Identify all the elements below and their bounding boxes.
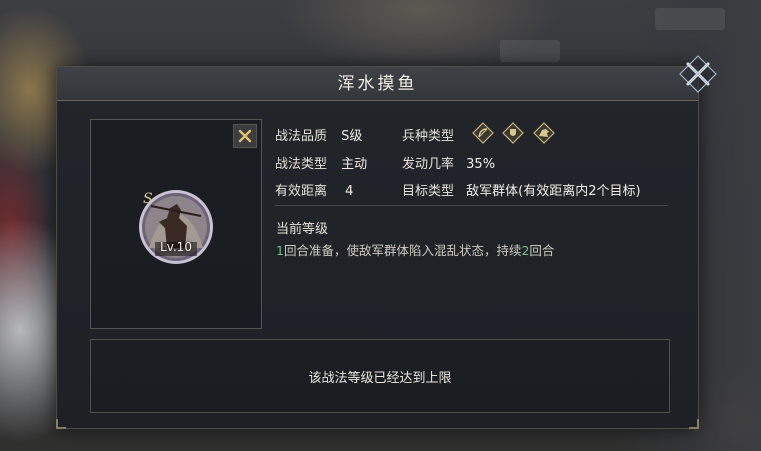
title-bar: 浑水摸鱼 [57,67,698,101]
skill-medallion[interactable]: S Lv.10 [137,188,215,266]
skill-icon-panel: S Lv.10 [90,119,262,329]
target-value: 敌军群体(有效距离内2个目标) [466,184,641,199]
trigger-row: 发动几率 35% [402,153,495,173]
background-tab [655,8,725,30]
troop-type-label: 兵种类型 [402,129,455,144]
cavalry-troop-icon[interactable] [533,122,555,144]
frame-corner [56,419,66,429]
trigger-label: 发动几率 [402,157,455,172]
skill-type-row: 战法类型 主动 [275,153,367,173]
desc-text-1: 回合准备，使敌军群体陷入混乱状态，持续 [283,243,522,258]
section-divider [275,205,668,206]
background-tab [500,40,560,62]
skill-type-label: 战法类型 [275,157,328,172]
range-label: 有效距离 [275,184,328,199]
target-row: 目标类型 敌军群体(有效距离内2个目标) [402,180,641,200]
quality-value: S级 [341,129,363,144]
bow-troop-icon[interactable] [472,122,494,144]
troop-type-row: 兵种类型 [402,125,454,145]
grade-letter: S [143,191,153,207]
quality-label: 战法品质 [275,129,328,144]
trigger-value: 35% [466,157,496,172]
skill-detail-dialog: 浑水摸鱼 S Lv.10 战法品质 S级 兵种类型 战法类型 主动 发动几率 3… [56,66,699,429]
frame-corner [689,419,699,429]
dialog-title: 浑水摸鱼 [337,74,418,94]
quality-row: 战法品质 S级 [275,125,362,145]
current-level-description: 1回合准备，使敌军群体陷入混乱状态，持续2回合 [276,240,554,259]
skill-type-value: 主动 [341,157,368,172]
max-level-message: 该战法等级已经达到上限 [308,370,452,386]
max-level-notice: 该战法等级已经达到上限 [90,339,670,413]
desc-text-2: 回合 [529,243,555,258]
skill-level: Lv.10 [160,240,192,254]
close-button[interactable] [676,52,720,96]
x-icon [238,129,252,143]
current-level-heading: 当前等级 [276,222,329,237]
unequip-button[interactable] [233,124,257,148]
range-row: 有效距离 4 [275,180,353,200]
target-label: 目标类型 [402,184,455,199]
prep-turns-value: 1 [276,243,284,258]
shield-troop-icon[interactable] [502,122,524,144]
close-icon [679,55,717,93]
range-value: 4 [345,184,354,199]
